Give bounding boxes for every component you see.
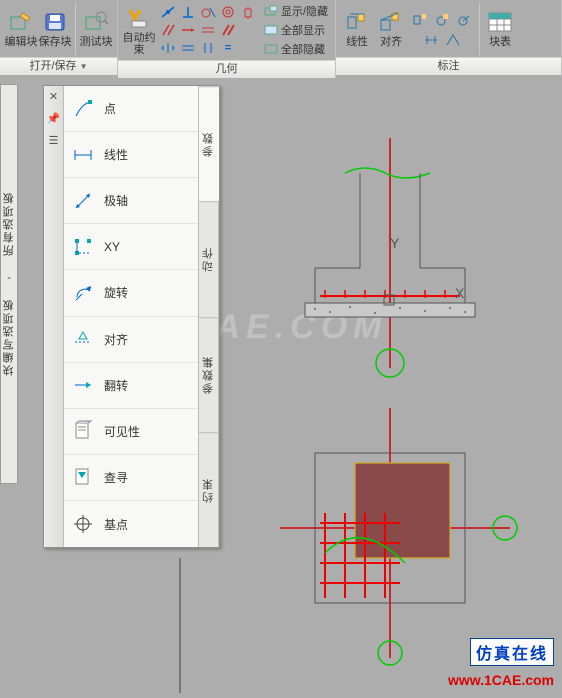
- equal-icon[interactable]: =: [218, 39, 238, 57]
- palette-item-point[interactable]: 点: [64, 86, 198, 132]
- edit-block-button[interactable]: 编辑块: [4, 7, 38, 50]
- equal-y-icon[interactable]: [198, 39, 218, 57]
- constraint-tool-grid: =: [158, 3, 258, 57]
- more-icon[interactable]: [238, 39, 258, 57]
- basepoint-icon: [70, 511, 96, 537]
- parallel-icon[interactable]: [158, 21, 178, 39]
- palette-tab-params[interactable]: 参数: [199, 86, 219, 201]
- separator: [75, 3, 76, 55]
- drawing-footing-top: Y X: [290, 138, 490, 378]
- linear-icon: [343, 9, 371, 35]
- drawing-footing-plan: [280, 408, 520, 668]
- palette-tab-paramsets[interactable]: 参数集: [199, 317, 219, 432]
- palette-list: 点 线性 极轴 XY 旋转 对齐 翻转 可见性: [64, 86, 199, 547]
- show-all-icon: [264, 23, 278, 37]
- dim1-icon[interactable]: [410, 11, 430, 29]
- test-block-icon: [82, 9, 110, 35]
- block-authoring-palette: ✕ 📌 ☰ 点 线性 极轴 XY 旋转 对齐 翻转: [43, 85, 220, 548]
- dim3-icon[interactable]: [454, 11, 474, 29]
- palette-tabs: 参数 动作 参数集 约束: [199, 86, 219, 547]
- vertical-icon[interactable]: [198, 21, 218, 39]
- menu-icon[interactable]: ☰: [47, 134, 61, 148]
- palette-item-linear[interactable]: 线性: [64, 132, 198, 178]
- visibility-icon: [70, 418, 96, 444]
- dim4-icon[interactable]: [421, 31, 441, 49]
- block-table-icon: [486, 9, 514, 35]
- auto-constrain-button[interactable]: 自动约束: [122, 3, 156, 58]
- drawing-stray-line: [170, 558, 190, 698]
- align-icon: [377, 9, 405, 35]
- dim5-icon[interactable]: [443, 31, 463, 49]
- smooth-icon[interactable]: [238, 21, 258, 39]
- equal-x-icon[interactable]: [178, 39, 198, 57]
- palette-item-visibility[interactable]: 可见性: [64, 409, 198, 455]
- ribbon: 编辑块 保存块 测试块 打开/保存▼: [0, 0, 562, 75]
- collinear-icon[interactable]: [218, 21, 238, 39]
- palette-sidebar: ✕ 📌 ☰: [44, 86, 64, 547]
- save-block-icon: [41, 9, 69, 35]
- show-hide-icon: [264, 4, 278, 18]
- point-icon: [70, 96, 96, 122]
- panel-annotation: 线性 对齐: [336, 0, 562, 75]
- palette-item-basepoint[interactable]: 基点: [64, 501, 198, 547]
- align-button[interactable]: 对齐: [374, 7, 408, 50]
- panel-open-save-title[interactable]: 打开/保存▼: [0, 57, 118, 75]
- block-table-button[interactable]: 块表: [483, 7, 517, 50]
- palette-item-polar[interactable]: 极轴: [64, 178, 198, 224]
- rotate-icon: [70, 280, 96, 306]
- separator: [479, 3, 480, 55]
- horizontal-icon[interactable]: [178, 21, 198, 39]
- vertical-dock-tab[interactable]: 块编写选项板 - 所有选项板: [0, 84, 18, 484]
- palette-item-align[interactable]: 对齐: [64, 317, 198, 363]
- chevron-down-icon: ▼: [80, 62, 88, 71]
- dim2-icon[interactable]: [432, 11, 452, 29]
- flip-icon: [70, 372, 96, 398]
- auto-constrain-icon: [125, 5, 153, 31]
- show-hide-button[interactable]: 显示/隐藏: [261, 2, 331, 20]
- palette-item-lookup[interactable]: 查寻: [64, 455, 198, 501]
- edit-block-icon: [7, 9, 35, 35]
- panel-geometry-title[interactable]: 几何: [118, 60, 336, 78]
- concentric-icon[interactable]: [218, 3, 238, 21]
- palette-item-xy[interactable]: XY: [64, 224, 198, 270]
- svg-text:X: X: [455, 285, 465, 301]
- linear-param-icon: [70, 142, 96, 168]
- palette-item-flip[interactable]: 翻转: [64, 363, 198, 409]
- palette-tab-constraints[interactable]: 约束: [199, 432, 219, 547]
- pin-icon[interactable]: 📌: [47, 112, 61, 126]
- panel-open-save: 编辑块 保存块 测试块 打开/保存▼: [0, 0, 118, 75]
- palette-item-rotate[interactable]: 旋转: [64, 270, 198, 316]
- svg-text:Y: Y: [390, 235, 400, 251]
- symmetric-icon[interactable]: [158, 39, 178, 57]
- tangent-icon[interactable]: [198, 3, 218, 21]
- align-param-icon: [70, 326, 96, 352]
- test-block-button[interactable]: 测试块: [79, 7, 113, 50]
- fix-icon[interactable]: [238, 3, 258, 21]
- watermark-logo: 仿真在线: [470, 638, 554, 666]
- linear-button[interactable]: 线性: [340, 7, 374, 50]
- hide-all-button[interactable]: 全部隐藏: [261, 40, 331, 58]
- close-icon[interactable]: ✕: [47, 90, 61, 104]
- panel-geometry: 自动约束 = 显: [118, 0, 336, 75]
- save-block-button[interactable]: 保存块: [38, 7, 72, 50]
- watermark-url: www.1CAE.com: [448, 672, 554, 688]
- xy-icon: [70, 234, 96, 260]
- show-all-button[interactable]: 全部显示: [261, 21, 331, 39]
- palette-tab-actions[interactable]: 动作: [199, 201, 219, 316]
- coincident-icon[interactable]: [158, 3, 178, 21]
- perpendicular-icon[interactable]: [178, 3, 198, 21]
- polar-icon: [70, 188, 96, 214]
- hide-all-icon: [264, 42, 278, 56]
- panel-annotation-title[interactable]: 标注: [336, 57, 562, 75]
- lookup-icon: [70, 464, 96, 490]
